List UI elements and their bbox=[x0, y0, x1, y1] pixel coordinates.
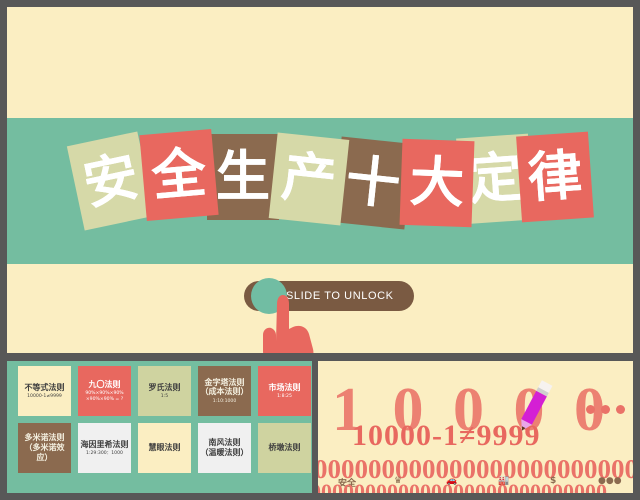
law-tile[interactable]: 多米诺法则 （多米诺效应） bbox=[18, 423, 71, 473]
title-tile-char: 律 bbox=[525, 143, 585, 210]
title-tile-char: 全 bbox=[149, 140, 209, 209]
title-tile-char: 十 bbox=[342, 148, 404, 217]
pencil-icon bbox=[521, 380, 553, 431]
title-tile: 全 bbox=[139, 129, 219, 221]
ellipsis-dots bbox=[586, 405, 625, 414]
law-tile-subtitle: 1:29:300：1000 bbox=[86, 450, 123, 456]
law-tile-title: 慧眼法则 bbox=[148, 443, 181, 453]
law-tile-title: 桥墩法则 bbox=[268, 443, 301, 453]
number-slide: 1 0 0 0 0 10000-1≠9999 00000000000000000… bbox=[318, 361, 633, 493]
law-tile-subtitle: 90%×90%×90% ×90%×90% = ? bbox=[85, 390, 124, 402]
laws-grid: 不等式法则 10000-1≠9999 九〇法则 90%×90%×90% ×90%×90… bbox=[7, 361, 312, 493]
law-tile-title: 九〇法则 bbox=[88, 379, 121, 389]
cover-slide: 安全生产十大定律 SLIDE TO UNLOCK bbox=[7, 7, 633, 353]
law-tile-subtitle: 1:8:25 bbox=[277, 393, 292, 399]
law-tile-subtitle: 10000-1≠9999 bbox=[27, 393, 62, 399]
law-tile-title: 多米诺法则 （多米诺效应） bbox=[24, 433, 65, 462]
law-tile[interactable]: 罗氏法则 1:5 bbox=[138, 366, 191, 416]
cover-title: 安全生产十大定律 bbox=[7, 118, 633, 264]
title-tile: 大 bbox=[399, 138, 475, 228]
law-tile[interactable]: 桥墩法则 bbox=[258, 423, 311, 473]
law-tile-title: 海因里希法则 bbox=[80, 439, 129, 449]
title-tile: 产 bbox=[268, 132, 350, 226]
law-tile-subtitle: 1:10:1000 bbox=[212, 398, 237, 404]
law-tile-title: 金字塔法则 （成本法则） bbox=[200, 377, 249, 397]
law-tile-title: 不等式法则 bbox=[24, 382, 65, 392]
title-tile-char: 安 bbox=[77, 144, 144, 217]
law-tile[interactable]: 南风法则 （温暖法则） bbox=[198, 423, 251, 473]
law-tile-subtitle: 1:5 bbox=[160, 393, 169, 399]
law-tile[interactable]: 市场法则 1:8:25 bbox=[258, 366, 311, 416]
screenshot-stage: 安全生产十大定律 SLIDE TO UNLOCK 不等式法则 10000-1≠99… bbox=[0, 0, 640, 500]
law-tile-title: 罗氏法则 bbox=[148, 382, 181, 392]
law-tile[interactable]: 九〇法则 90%×90%×90% ×90%×90% = ? bbox=[78, 366, 131, 416]
law-tile[interactable]: 海因里希法则 1:29:300：1000 bbox=[78, 423, 131, 473]
law-tile-title: 南风法则 （温暖法则） bbox=[200, 438, 249, 457]
law-tile[interactable]: 不等式法则 10000-1≠9999 bbox=[18, 366, 71, 416]
title-tile: 律 bbox=[516, 131, 594, 223]
title-tile-char: 定 bbox=[465, 145, 525, 212]
pointing-hand-icon bbox=[263, 295, 314, 353]
zero-strip-2: 000000000000000000000000000 bbox=[318, 481, 633, 493]
title-tile-char: 生 bbox=[216, 145, 270, 208]
title-tile-char: 产 bbox=[278, 144, 340, 213]
law-tile[interactable]: 慧眼法则 bbox=[138, 423, 191, 473]
title-tile-char: 大 bbox=[408, 150, 466, 215]
law-tile[interactable]: 金字塔法则 （成本法则） 1:10:1000 bbox=[198, 366, 251, 416]
laws-grid-slide: 不等式法则 10000-1≠9999 九〇法则 90%×90%×90% ×90%×90… bbox=[7, 361, 312, 493]
law-tile-title: 市场法则 bbox=[268, 382, 301, 392]
unlock-area: SLIDE TO UNLOCK bbox=[7, 264, 633, 353]
